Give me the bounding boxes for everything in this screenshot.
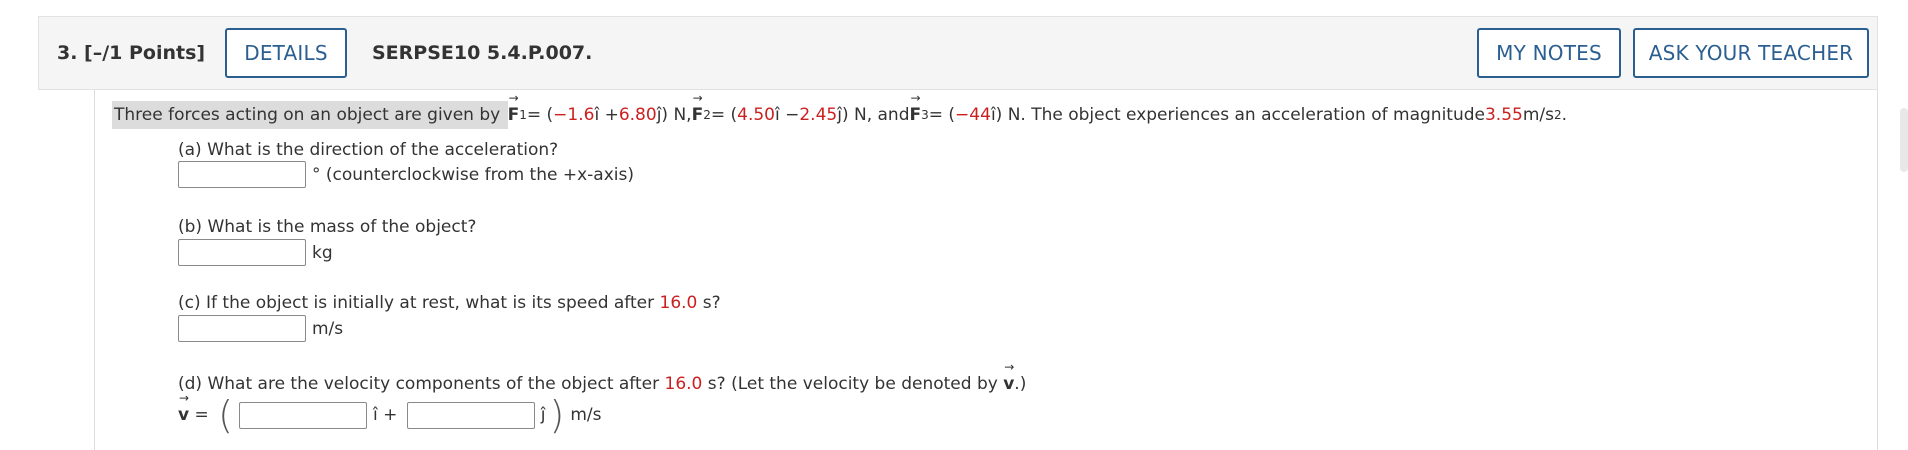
force-3-x-value: −44 bbox=[955, 105, 991, 125]
force-2-x-value: 4.50 bbox=[737, 105, 775, 125]
question-code: SERPSE10 5.4.P.007. bbox=[372, 42, 593, 64]
vector-arrow-icon: → bbox=[692, 91, 703, 105]
statement-end: . bbox=[1561, 105, 1568, 125]
part-d-text-end: .) bbox=[1014, 374, 1027, 394]
force-3-letter: F bbox=[909, 105, 922, 125]
part-d-answer-row: → v = ( î + ĵ ) m/s bbox=[178, 392, 602, 437]
part-c-question: (c) If the object is initially at rest, … bbox=[178, 293, 721, 313]
part-d-time: 16.0 bbox=[664, 374, 703, 394]
force-2-letter: F bbox=[691, 105, 704, 125]
vector-arrow-icon: → bbox=[910, 91, 921, 105]
part-d-i-term: î + bbox=[372, 405, 403, 425]
force-2-eq: = ( bbox=[710, 105, 738, 125]
part-d-unit: m/s bbox=[570, 405, 602, 425]
force-1-symbol: → F bbox=[507, 92, 520, 125]
acceleration-value: 3.55 bbox=[1484, 105, 1523, 125]
force-1-subscript: 1 bbox=[519, 108, 527, 122]
part-d-text: (d) What are the velocity components of … bbox=[178, 374, 665, 394]
my-notes-button[interactable]: MY NOTES bbox=[1477, 28, 1621, 78]
open-paren: ( bbox=[218, 393, 233, 437]
force-3-eq: = ( bbox=[928, 105, 956, 125]
force-2-subscript: 2 bbox=[703, 108, 711, 122]
velocity-symbol: → v bbox=[1003, 361, 1015, 394]
part-c-time: 16.0 bbox=[659, 293, 698, 313]
force-3-close: î) N. The object experiences an accelera… bbox=[990, 105, 1485, 125]
scrollbar-thumb[interactable] bbox=[1900, 108, 1908, 172]
part-a-input[interactable] bbox=[178, 161, 306, 188]
force-1-x-value: −1.6 bbox=[553, 105, 595, 125]
force-2-y-value: 2.45 bbox=[799, 105, 838, 125]
part-b-input[interactable] bbox=[178, 239, 306, 266]
part-b-unit: kg bbox=[312, 242, 333, 263]
part-b-question: (b) What is the mass of the object? bbox=[178, 217, 477, 237]
part-a-question: (a) What is the direction of the acceler… bbox=[178, 140, 559, 160]
part-c-text: (c) If the object is initially at rest, … bbox=[178, 293, 660, 313]
velocity-letter: v bbox=[1003, 374, 1015, 394]
close-paren: ) bbox=[549, 393, 565, 437]
part-b-answer-row: kg bbox=[178, 239, 333, 266]
part-d-j-input[interactable] bbox=[406, 401, 535, 429]
part-c-unit: m/s bbox=[312, 318, 344, 339]
vector-arrow-icon: → bbox=[1004, 360, 1015, 374]
velocity-equals: = bbox=[189, 405, 215, 425]
acceleration-exponent: 2 bbox=[1554, 108, 1562, 122]
question-header: 3. [–/1 Points] DETAILS SERPSE10 5.4.P.0… bbox=[38, 16, 1878, 90]
force-1-y-value: 6.80 bbox=[618, 105, 657, 125]
acceleration-unit: m/s bbox=[1522, 105, 1554, 125]
part-d-j-term: ĵ bbox=[540, 405, 546, 425]
part-d-i-input[interactable] bbox=[238, 401, 367, 429]
vector-arrow-icon: → bbox=[508, 91, 519, 105]
force-1-eq: = ( bbox=[526, 105, 554, 125]
force-3-subscript: 3 bbox=[921, 108, 929, 122]
ask-teacher-button[interactable]: ASK YOUR TEACHER bbox=[1633, 28, 1869, 78]
scrollbar-track[interactable] bbox=[1892, 0, 1908, 446]
part-c-input[interactable] bbox=[178, 315, 306, 342]
force-1-letter: F bbox=[507, 105, 520, 125]
force-1-close: ĵ) N, bbox=[656, 105, 692, 125]
vector-arrow-icon: → bbox=[179, 391, 190, 405]
part-c-answer-row: m/s bbox=[178, 315, 343, 342]
force-3-symbol: → F bbox=[909, 92, 922, 125]
force-2-i-term: î − bbox=[774, 105, 800, 125]
details-button[interactable]: DETAILS bbox=[225, 28, 347, 78]
question-points: 3. [–/1 Points] bbox=[57, 42, 206, 64]
force-2-close: ĵ) N, and bbox=[837, 105, 910, 125]
part-c-text-end: s? bbox=[697, 293, 721, 313]
part-a-unit: ° (counterclockwise from the +x-axis) bbox=[312, 164, 634, 185]
part-a-answer-row: ° (counterclockwise from the +x-axis) bbox=[178, 161, 634, 188]
problem-statement: Three forces acting on an object are giv… bbox=[112, 92, 1568, 130]
force-2-symbol: → F bbox=[691, 92, 704, 125]
force-1-i-term: î + bbox=[594, 105, 619, 125]
velocity-lhs-symbol: → v bbox=[178, 392, 190, 425]
part-d-question: (d) What are the velocity components of … bbox=[178, 361, 1027, 394]
statement-intro-highlight: Three forces acting on an object are giv… bbox=[112, 101, 508, 129]
statement-intro: Three forces acting on an object are giv… bbox=[114, 105, 501, 125]
part-d-text-mid: s? (Let the velocity be denoted by bbox=[702, 374, 1004, 394]
velocity-lhs-letter: v bbox=[178, 405, 190, 425]
